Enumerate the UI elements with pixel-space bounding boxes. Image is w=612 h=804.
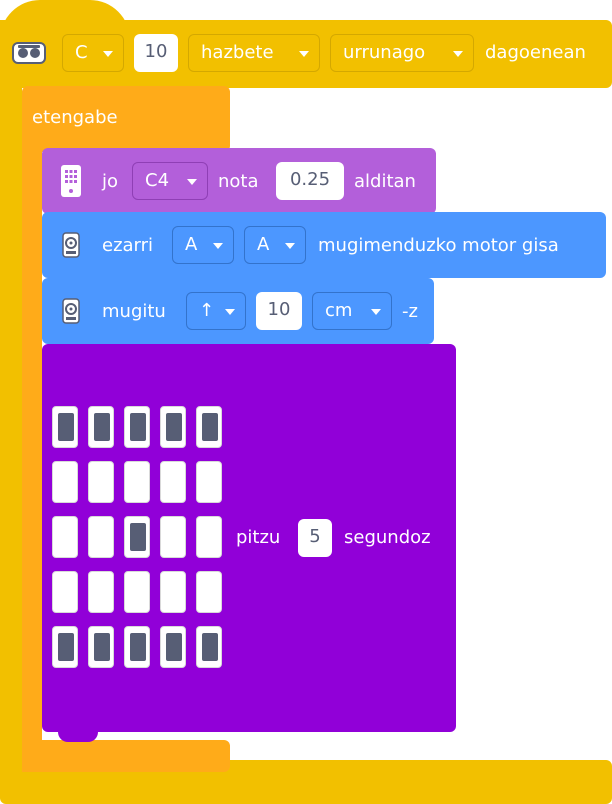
move-prefix: mugitu <box>102 301 166 322</box>
led-cell-r0c2[interactable] <box>124 406 150 448</box>
note-label: nota <box>218 171 259 192</box>
robot-eyes-icon <box>12 42 46 64</box>
unit-value: hazbete <box>201 42 274 63</box>
motor-icon <box>62 298 80 324</box>
led-cell-r0c3[interactable] <box>160 406 186 448</box>
chevron-down-icon <box>213 243 223 249</box>
led-cell-r4c4[interactable] <box>196 626 222 668</box>
play-suffix: alditan <box>354 171 416 192</box>
light-label: pitzu <box>236 527 281 548</box>
led-cell-r3c3[interactable] <box>160 571 186 613</box>
light-suffix: segundoz <box>344 527 431 548</box>
motor-icon <box>62 232 80 258</box>
port-value: C <box>75 42 88 63</box>
play-note-block[interactable]: jo C4 nota 0.25 alditan <box>42 148 436 214</box>
play-prefix: jo <box>102 171 119 192</box>
led-cell-r2c2[interactable] <box>124 516 150 558</box>
speaker-icon <box>61 165 81 197</box>
led-cell-r3c0[interactable] <box>52 571 78 613</box>
led-cell-r1c2[interactable] <box>124 461 150 503</box>
led-cell-r1c4[interactable] <box>196 461 222 503</box>
duration-input[interactable]: 0.25 <box>276 162 344 200</box>
forever-footer <box>22 740 230 772</box>
forever-label: etengabe <box>32 107 118 128</box>
move-unit-dropdown[interactable]: cm <box>312 292 392 330</box>
port-a-value: A <box>185 234 198 255</box>
direction-value: ↑ <box>199 300 215 321</box>
chevron-down-icon <box>453 51 463 57</box>
set-suffix: mugimenduzko motor gisa <box>318 235 559 256</box>
led-cell-r0c0[interactable] <box>52 406 78 448</box>
set-motor-block[interactable]: ezarri A A mugimenduzko motor gisa <box>42 212 606 278</box>
set-prefix: ezarri <box>102 235 154 256</box>
led-cell-r0c4[interactable] <box>196 406 222 448</box>
led-cell-r1c0[interactable] <box>52 461 78 503</box>
hat-suffix: dagoenean <box>485 42 586 63</box>
led-cell-r4c3[interactable] <box>160 626 186 668</box>
led-cell-r3c2[interactable] <box>124 571 150 613</box>
block-notch <box>58 728 98 742</box>
led-cell-r1c3[interactable] <box>160 461 186 503</box>
seconds-input[interactable]: 5 <box>298 519 332 557</box>
move-distance-input[interactable]: 10 <box>256 292 302 330</box>
chevron-down-icon <box>187 179 197 185</box>
led-matrix[interactable] <box>52 406 242 668</box>
chevron-down-icon <box>371 309 381 315</box>
chevron-down-icon <box>299 51 309 57</box>
led-cell-r0c1[interactable] <box>88 406 114 448</box>
chevron-down-icon <box>225 309 235 315</box>
move-unit-value: cm <box>325 300 353 321</box>
comparison-dropdown[interactable]: urrunago <box>330 34 474 72</box>
hat-arm <box>0 80 22 770</box>
led-cell-r1c1[interactable] <box>88 461 114 503</box>
light-matrix-block[interactable]: pitzu 5 segundoz <box>42 344 456 732</box>
unit-dropdown[interactable]: hazbete <box>188 34 320 72</box>
led-cell-r3c4[interactable] <box>196 571 222 613</box>
chevron-down-icon <box>285 243 295 249</box>
led-cell-r2c1[interactable] <box>88 516 114 558</box>
move-suffix: -z <box>402 301 418 322</box>
motor-port-a-dropdown[interactable]: A <box>172 226 234 264</box>
move-block[interactable]: mugitu ↑ 10 cm -z <box>42 278 434 344</box>
led-cell-r3c1[interactable] <box>88 571 114 613</box>
motor-port-b-dropdown[interactable]: A <box>244 226 306 264</box>
distance-input[interactable]: 10 <box>134 34 178 72</box>
led-cell-r4c1[interactable] <box>88 626 114 668</box>
forever-arm <box>22 146 42 772</box>
led-cell-r2c3[interactable] <box>160 516 186 558</box>
chevron-down-icon <box>103 51 113 57</box>
led-cell-r4c0[interactable] <box>52 626 78 668</box>
note-value: C4 <box>145 170 170 191</box>
port-dropdown[interactable]: C <box>62 34 124 72</box>
direction-dropdown[interactable]: ↑ <box>186 292 246 330</box>
led-cell-r4c2[interactable] <box>124 626 150 668</box>
note-dropdown[interactable]: C4 <box>132 162 208 200</box>
comparison-value: urrunago <box>343 42 426 63</box>
led-cell-r2c0[interactable] <box>52 516 78 558</box>
port-b-value: A <box>257 234 270 255</box>
led-cell-r2c4[interactable] <box>196 516 222 558</box>
